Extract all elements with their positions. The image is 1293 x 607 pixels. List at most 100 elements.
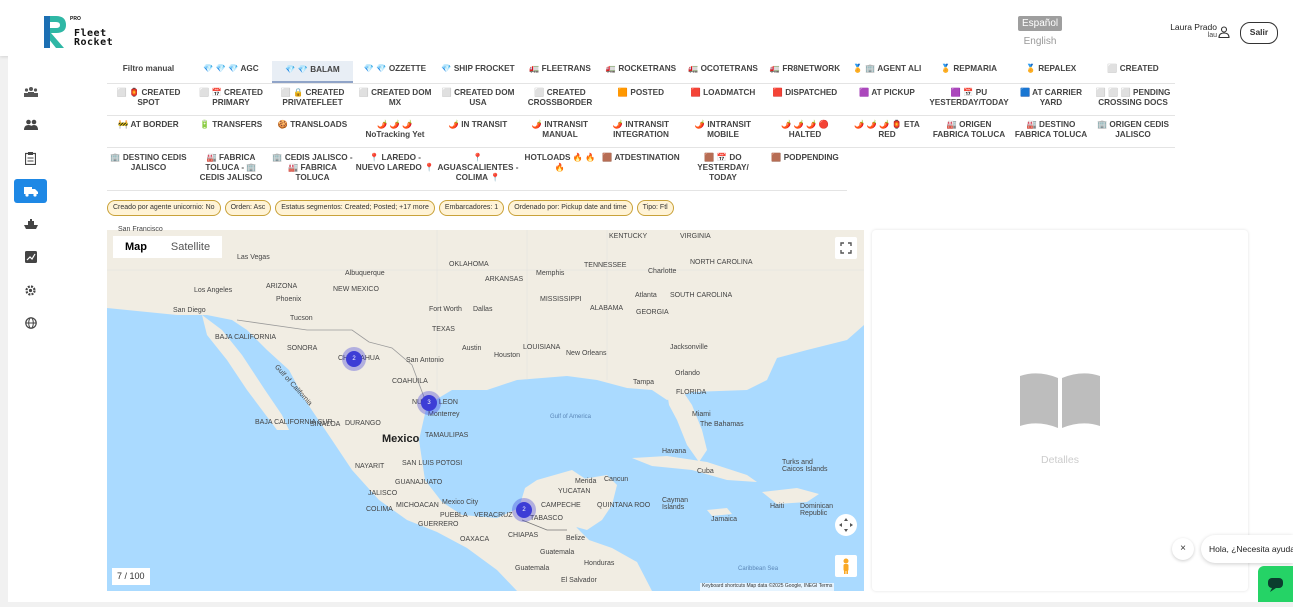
tab-destino-fabrica-toluca[interactable]: 🏭 DESTINO FABRICA TOLUCA xyxy=(1011,119,1091,147)
user-icon[interactable] xyxy=(1218,26,1230,38)
tab-row-divider xyxy=(107,190,847,191)
tab-at-carrier-yard[interactable]: 🟦 AT CARRIER YARD xyxy=(1011,87,1091,115)
sidebar-item-users-group[interactable] xyxy=(14,80,47,104)
chat-greeting-bubble[interactable]: Hola, ¿Necesita ayuda? xyxy=(1201,535,1293,563)
sidebar-item-trucks[interactable] xyxy=(14,179,47,203)
tab-origen-fabrica-toluca[interactable]: 🏭 ORIGEN FABRICA TOLUCA xyxy=(929,119,1009,147)
report-icon xyxy=(24,251,37,263)
map-label: TEXAS xyxy=(432,326,455,333)
map-label: Cayman Islands xyxy=(662,497,689,511)
sidebar-item-reports[interactable] xyxy=(14,245,47,269)
tab-created-dom-mx[interactable]: ⬜ CREATED DOM MX xyxy=(355,87,435,115)
tab-created-privatefleet[interactable]: ⬜ 🔒 CREATED PRIVATEFLEET xyxy=(272,87,353,115)
tab-transloads[interactable]: 🍪 TRANSLOADS xyxy=(272,119,353,147)
chat-icon xyxy=(1268,578,1283,592)
map-cluster-marker[interactable]: 3 xyxy=(421,395,437,411)
sidebar-item-globe[interactable] xyxy=(14,311,47,335)
tab-fleetrans[interactable]: 🚛 FLEETRANS xyxy=(521,63,599,83)
tab-halted[interactable]: 🌶️ 🌶️ 🌶️ 🔴 HALTED xyxy=(765,119,845,147)
tab-posted[interactable]: 🟧 POSTED xyxy=(601,87,681,115)
tab-do-yesterday-today[interactable]: 🟫 📅 DO YESTERDAY/ TODAY xyxy=(683,152,763,188)
tab-transfers[interactable]: 🔋 TRANSFERS xyxy=(192,119,270,147)
tab-atdestination[interactable]: 🟫 ATDESTINATION xyxy=(601,152,681,180)
map-label: NORTH CAROLINA xyxy=(690,259,753,266)
tab-ocotetrans[interactable]: 🚛 OCOTETRANS xyxy=(683,63,763,83)
globe-icon xyxy=(24,317,37,329)
sidebar-item-people[interactable] xyxy=(14,113,47,137)
tab-dispatched[interactable]: 🟥 DISPATCHED xyxy=(765,87,845,115)
tab-origen-cedis-jalisco[interactable]: 🏢 ORIGEN CEDIS JALISCO xyxy=(1093,119,1173,147)
map-label: NEW MEXICO xyxy=(333,286,379,293)
tab-podpending[interactable]: 🟫 PODPENDING xyxy=(765,152,845,172)
lang-es-option[interactable]: Español xyxy=(1018,16,1063,31)
tab-intransit-mobile[interactable]: 🌶️ INTRANSIT MOBILE xyxy=(683,119,763,147)
clipboard-icon xyxy=(25,151,36,165)
map-type-satellite-button[interactable]: Satellite xyxy=(159,236,222,258)
map-label: Caribbean Sea xyxy=(738,566,779,572)
map-attribution[interactable]: Keyboard shortcuts Map data ©2025 Google… xyxy=(700,583,835,591)
tab-pending-crossing-docs[interactable]: ⬜ ⬜ ⬜ PENDING CROSSING DOCS xyxy=(1093,87,1173,115)
street-view-pegman[interactable] xyxy=(835,555,857,577)
tab-loadmatch[interactable]: 🟥 LOADMATCH xyxy=(683,87,763,115)
map-label: GUERRERO xyxy=(418,521,459,528)
tab-created-primary[interactable]: ⬜ 📅 CREATED PRIMARY xyxy=(192,87,270,115)
tab-at-pickup[interactable]: 🟪 AT PICKUP xyxy=(847,87,927,115)
tab-rocketrans[interactable]: 🚛 ROCKETRANS xyxy=(601,63,681,83)
tab-repmaria[interactable]: 🏅 REPMARIA xyxy=(929,63,1009,83)
group-icon xyxy=(23,87,38,97)
fleet-rocket-logo[interactable]: PRO Fleet Rocket xyxy=(42,14,132,50)
map-label: MISSISSIPPI xyxy=(540,296,582,303)
logout-button[interactable]: Salir xyxy=(1240,22,1278,44)
map-label: Guatemala xyxy=(540,549,575,556)
tab-destino-cedis-jalisco[interactable]: 🏢 DESTINO CEDIS JALISCO xyxy=(107,152,190,180)
fullscreen-button[interactable] xyxy=(835,237,857,259)
sidebar-item-settings[interactable] xyxy=(14,278,47,302)
map-label: Tampa xyxy=(633,379,655,386)
map-label: Fort Worth xyxy=(429,306,462,313)
chat-open-button[interactable] xyxy=(1258,566,1293,602)
tab-laredo-nuevo-laredo[interactable]: 📍 LAREDO - NUEVO LAREDO 📍 xyxy=(355,152,435,188)
tab-created[interactable]: ⬜ CREATED xyxy=(1093,63,1173,83)
tab-fr8network[interactable]: 🚛 FR8NETWORK xyxy=(765,63,845,83)
filter-chip[interactable]: Creado por agente unicornio: No xyxy=(107,200,221,216)
filter-chip[interactable]: Ordenado por: Pickup date and time xyxy=(508,200,633,216)
filter-chip[interactable]: Estatus segmentos: Created; Posted; +17 … xyxy=(275,200,435,216)
map-label: NAYARIT xyxy=(355,463,385,470)
filter-chip[interactable]: Embarcadores: 1 xyxy=(438,200,505,216)
map-cluster-marker[interactable]: 2 xyxy=(346,351,362,367)
tab-fabrica-toluca-cedis-jalisco[interactable]: 🏭 FABRICA TOLUCA - 🏢 CEDIS JALISCO xyxy=(192,152,270,188)
sidebar-item-clipboard[interactable] xyxy=(14,146,47,170)
map-type-map-button[interactable]: Map xyxy=(113,236,159,258)
tab-pu-yesterday-today[interactable]: 🟪 📅 PU YESTERDAY/TODAY xyxy=(929,87,1009,115)
tab-hotloads[interactable]: HOTLOADS 🔥 🔥 🔥 xyxy=(521,152,599,180)
user-short: lau xyxy=(1207,32,1217,39)
tab-created-dom-usa[interactable]: ⬜ CREATED DOM USA xyxy=(437,87,519,115)
tab-at-border[interactable]: 🚧 AT BORDER xyxy=(107,119,190,147)
map-cluster-marker[interactable]: 2 xyxy=(516,502,532,518)
tab-cedis-jalisco-fabrica-toluca[interactable]: 🏢 CEDIS JALISCO - 🏭 FABRICA TOLUCA xyxy=(272,152,353,188)
details-placeholder-label: Detalles xyxy=(1041,454,1079,466)
logo-r-icon xyxy=(44,16,66,48)
tab-notracking-yet[interactable]: 🌶️ 🌶️ 🌶️ NoTracking Yet xyxy=(355,119,435,147)
chat-close-button[interactable]: × xyxy=(1172,538,1194,560)
tab-agc[interactable]: 💎 💎 💎 AGC xyxy=(192,63,270,83)
tab-ship-frocket[interactable]: 💎 SHIP FROCKET xyxy=(437,63,519,83)
filter-chip[interactable]: Tipo: Ftl xyxy=(636,200,674,216)
tab-repalex[interactable]: 🏅 REPALEX xyxy=(1011,63,1091,83)
lang-en-option[interactable]: English xyxy=(1018,36,1062,47)
map-pan-control[interactable] xyxy=(835,514,857,536)
sidebar-item-ships[interactable] xyxy=(14,212,47,236)
tab-in-transit[interactable]: 🌶️ IN TRANSIT xyxy=(437,119,519,147)
filter-chip[interactable]: Orden: Asc xyxy=(224,200,272,216)
tab-balam[interactable]: 💎 💎 BALAM xyxy=(272,61,353,83)
tab-agent-ali[interactable]: 🏅 🏢 AGENT ALI xyxy=(847,63,927,83)
tab-filtro-manual[interactable]: Filtro manual xyxy=(107,63,190,83)
tab-aguascalientes-colima[interactable]: 📍 AGUASCALIENTES -COLIMA 📍 xyxy=(437,152,519,188)
tab-created-crossborder[interactable]: ⬜ CREATED CROSSBORDER xyxy=(521,87,599,115)
tab-intransit-integration[interactable]: 🌶️ INTRANSIT INTEGRATION xyxy=(601,119,681,147)
tab-created-spot[interactable]: ⬜ 🏮 CREATED SPOT xyxy=(107,87,190,115)
gear-icon xyxy=(25,284,36,296)
tab-eta-red[interactable]: 🌶️ 🌶️ 🌶️ 🏮 ETA RED xyxy=(847,119,927,147)
tab-intransit-manual[interactable]: 🌶️ INTRANSIT MANUAL xyxy=(521,119,599,147)
tab-ozzette[interactable]: 💎 💎 OZZETTE xyxy=(355,63,435,83)
